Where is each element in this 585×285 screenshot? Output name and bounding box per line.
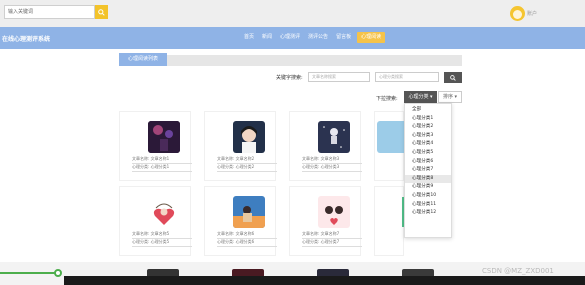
article-image-boy-window[interactable]: [233, 196, 265, 228]
article-name: 文章名称: 文章名称1: [132, 156, 192, 164]
page: { "topbar": { "search_placeholder": "输入关…: [0, 0, 585, 285]
article-card[interactable]: 文章名称: 文章名称1 心理分类: 心理分类1: [119, 111, 192, 181]
category-dropdown-menu: 全部 心理分类1 心理分类2 心理分类3 心理分类4 心理分类5 心理分类6 心…: [404, 103, 452, 238]
top-bar: 输入关键词 账户: [0, 0, 585, 27]
dropdown-item-hovered[interactable]: 心理分类8: [405, 174, 451, 184]
section-title: 心理阅读列表: [119, 53, 167, 66]
article-card[interactable]: 文章名称: 文章名称6 心理分类: 心理分类6: [204, 186, 277, 256]
article-image-girl-dark[interactable]: [233, 121, 265, 153]
category-select[interactable]: 心理分类 ▾: [404, 91, 437, 103]
article-image-girl-heart[interactable]: [148, 196, 180, 228]
main-nav: 首页 新闻 心理测评 测评公告 留言板 心理阅读: [242, 32, 386, 43]
search-input[interactable]: 输入关键词: [4, 5, 96, 19]
section-title-bar: [119, 55, 462, 66]
dropdown-item[interactable]: 心理分类7: [405, 166, 451, 175]
dropdown-item[interactable]: 心理分类5: [405, 149, 451, 158]
dropdown-item[interactable]: 心理分类1: [405, 115, 451, 124]
article-image-partial[interactable]: [377, 121, 405, 153]
order-select-label: 排序: [442, 94, 453, 100]
nav-home[interactable]: 首页: [242, 32, 256, 43]
caret-down-icon: ▾: [454, 94, 458, 100]
dropdown-search-label: 下拉搜索:: [376, 96, 398, 102]
avatar[interactable]: [510, 6, 525, 21]
search-box: 输入关键词: [4, 5, 108, 19]
video-progress-handle[interactable]: [54, 269, 62, 277]
article-name-input[interactable]: 文章名称搜索: [308, 72, 370, 82]
article-image-purple-lights[interactable]: [148, 121, 180, 153]
order-select[interactable]: 排序 ▾: [438, 91, 462, 103]
keyword-search-label: 关键字搜索:: [276, 75, 303, 81]
main-header: 在线心理测评系统 首页 新闻 心理测评 测评公告 留言板 心理阅读: [0, 27, 585, 49]
dropdown-item[interactable]: 心理分类10: [405, 192, 451, 201]
article-name: 文章名称: 文章名称5: [132, 231, 192, 239]
article-category: 心理分类: 心理分类6: [217, 239, 277, 247]
nav-notice[interactable]: 测评公告: [306, 32, 330, 43]
article-card-partial[interactable]: [374, 111, 405, 181]
article-category: 心理分类: 心理分类5: [132, 239, 192, 247]
video-control-bar: [64, 276, 585, 285]
dropdown-item[interactable]: 心理分类9: [405, 183, 451, 192]
search-icon: [98, 8, 105, 16]
dropdown-item[interactable]: 心理分类4: [405, 140, 451, 149]
article-card[interactable]: 文章名称: 文章名称3 心理分类: 心理分类3: [289, 111, 362, 181]
video-progress-bar[interactable]: [0, 272, 58, 274]
article-category: 心理分类: 心理分类1: [132, 164, 192, 172]
article-card[interactable]: 文章名称: 文章名称5 心理分类: 心理分类5: [119, 186, 192, 256]
watermark: CSDN @MZ_ZXD001: [482, 267, 554, 275]
article-name: 文章名称: 文章名称3: [302, 156, 362, 164]
article-category: 心理分类: 心理分类3: [302, 164, 362, 172]
article-category: 心理分类: 心理分类7: [302, 239, 362, 247]
dropdown-item[interactable]: 心理分类6: [405, 158, 451, 167]
article-image-couple-pink[interactable]: [318, 196, 350, 228]
article-name: 文章名称: 文章名称7: [302, 231, 362, 239]
article-image-astronaut[interactable]: [318, 121, 350, 153]
article-name: 文章名称: 文章名称2: [217, 156, 277, 164]
dropdown-item[interactable]: 心理分类2: [405, 123, 451, 132]
article-card-partial[interactable]: [374, 186, 405, 256]
user-label[interactable]: 账户: [527, 10, 537, 17]
category-search-input[interactable]: 心理分类搜索: [375, 72, 439, 82]
category-select-label: 心理分类: [408, 94, 429, 100]
nav-test[interactable]: 心理测评: [278, 32, 302, 43]
avatar-face-icon: [513, 10, 522, 19]
article-card[interactable]: 文章名称: 文章名称2 心理分类: 心理分类2: [204, 111, 277, 181]
dropdown-item-all[interactable]: 全部: [405, 106, 451, 115]
article-name: 文章名称: 文章名称6: [217, 231, 277, 239]
site-title: 在线心理测评系统: [2, 36, 51, 43]
search-button[interactable]: [95, 5, 108, 19]
caret-down-icon: ▾: [430, 94, 433, 100]
article-category: 心理分类: 心理分类2: [217, 164, 277, 172]
dropdown-item[interactable]: 心理分类11: [405, 201, 451, 210]
dropdown-item[interactable]: 心理分类12: [405, 209, 451, 218]
search-icon: [450, 74, 456, 81]
nav-news[interactable]: 新闻: [260, 32, 274, 43]
article-card[interactable]: 文章名称: 文章名称7 心理分类: 心理分类7: [289, 186, 362, 256]
dropdown-item[interactable]: 心理分类3: [405, 132, 451, 141]
keyword-search-button[interactable]: [444, 72, 462, 83]
nav-message[interactable]: 留言板: [334, 32, 353, 43]
nav-reading[interactable]: 心理阅读: [357, 32, 386, 43]
